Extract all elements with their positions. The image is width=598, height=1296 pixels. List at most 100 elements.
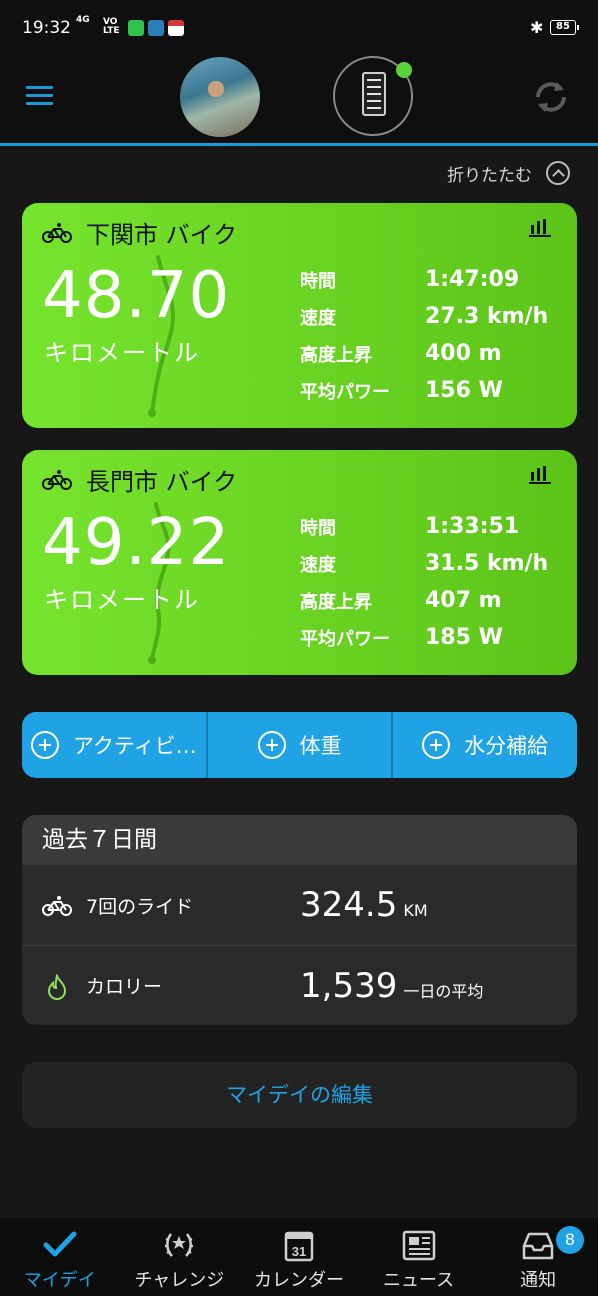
bar-chart-icon[interactable] bbox=[529, 217, 551, 237]
stat-row-time: 時間 1:33:51 bbox=[300, 508, 548, 545]
bike-computer-icon bbox=[362, 72, 386, 116]
line-app-icon bbox=[128, 20, 144, 36]
distance-unit: キロメートル bbox=[44, 339, 200, 367]
network-indicator: 4G bbox=[76, 15, 90, 25]
calories-unit: 一日の平均 bbox=[403, 981, 484, 1001]
add-activity-button[interactable]: アクティビ… bbox=[22, 712, 208, 778]
calories-row[interactable]: カロリー 1,539 一日の平均 bbox=[22, 945, 577, 1025]
stat-row-speed: 速度 31.5 km/h bbox=[300, 545, 548, 582]
laurel-icon bbox=[165, 1233, 194, 1257]
checkmark-icon bbox=[43, 1231, 77, 1257]
app-header bbox=[0, 56, 598, 144]
distance-unit: キロメートル bbox=[44, 586, 200, 614]
stat-label: 速度 bbox=[300, 554, 336, 576]
rides-unit: KM bbox=[403, 901, 428, 920]
calories-value-wrap: 1,539 一日の平均 bbox=[300, 966, 483, 1006]
battery-icon: 85 bbox=[550, 20, 579, 35]
status-time: 19:32 bbox=[22, 18, 71, 38]
distance-value: 48.70 bbox=[42, 259, 231, 333]
stat-row-speed: 速度 27.3 km/h bbox=[300, 298, 548, 335]
rides-value-wrap: 324.5 KM bbox=[300, 885, 428, 925]
volte-indicator: VO LTE bbox=[103, 17, 120, 36]
add-hydration-button[interactable]: 水分補給 bbox=[393, 712, 577, 778]
activity-title: 下関市 バイク bbox=[86, 221, 238, 249]
stat-label: 高度上昇 bbox=[300, 344, 372, 366]
stat-value: 400 m bbox=[425, 341, 502, 366]
bike-icon bbox=[42, 896, 72, 916]
stat-label: 時間 bbox=[300, 270, 336, 292]
nav-label: カレンダー bbox=[253, 1270, 344, 1291]
activity-title: 長門市 バイク bbox=[86, 468, 238, 496]
device-connected-dot bbox=[396, 62, 412, 78]
summary-title: 過去７日間 bbox=[22, 815, 577, 865]
nav-label: マイデイ bbox=[23, 1270, 96, 1291]
add-weight-label: 体重 bbox=[299, 734, 342, 758]
stat-label: 平均パワー bbox=[300, 381, 390, 403]
sync-icon[interactable] bbox=[530, 76, 572, 118]
stat-value: 31.5 km/h bbox=[425, 551, 549, 576]
stat-row-time: 時間 1:47:09 bbox=[300, 261, 548, 298]
activity-stats: 時間 1:47:09 速度 27.3 km/h 高度上昇 400 m 平均パワー 156… bbox=[300, 261, 548, 409]
add-hydration-label: 水分補給 bbox=[464, 734, 549, 758]
nav-label: ニュース bbox=[383, 1270, 455, 1291]
bar-chart-icon[interactable] bbox=[529, 464, 551, 484]
plus-circle-icon bbox=[422, 731, 451, 759]
header-divider bbox=[0, 143, 598, 146]
bike-icon bbox=[42, 469, 72, 490]
nav-news[interactable]: ニュース bbox=[359, 1218, 479, 1296]
collapse-toggle[interactable]: 折りたたむ bbox=[447, 160, 570, 186]
stat-value: 1:33:51 bbox=[425, 514, 520, 539]
nav-label: 通知 bbox=[520, 1270, 557, 1291]
rides-label: 7回のライド bbox=[86, 895, 194, 918]
rides-value: 324.5 bbox=[300, 885, 398, 925]
rides-row[interactable]: 7回のライド 324.5 KM bbox=[22, 865, 577, 945]
stat-label: 平均パワー bbox=[300, 628, 390, 650]
avatar[interactable] bbox=[180, 57, 260, 137]
last-7-days-card: 過去７日間 7回のライド 324.5 KM カロリー 1,539 一日の平均 bbox=[22, 815, 577, 1025]
calories-value: 1,539 bbox=[300, 965, 398, 1006]
nav-calendar[interactable]: 31 カレンダー bbox=[239, 1218, 359, 1296]
collapse-label: 折りたたむ bbox=[447, 165, 532, 186]
add-activity-label: アクティビ… bbox=[72, 734, 197, 758]
add-weight-button[interactable]: 体重 bbox=[208, 712, 394, 778]
app-notification-icon bbox=[148, 20, 164, 36]
stat-row-power: 平均パワー 185 W bbox=[300, 619, 548, 656]
quick-add-bar: アクティビ… 体重 水分補給 bbox=[22, 712, 577, 778]
stat-value: 27.3 km/h bbox=[425, 304, 549, 329]
stat-value: 185 W bbox=[425, 625, 503, 650]
activity-stats: 時間 1:33:51 速度 31.5 km/h 高度上昇 407 m 平均パワー 185… bbox=[300, 508, 548, 656]
hamburger-menu-icon[interactable] bbox=[26, 86, 53, 106]
stat-row-elevation: 高度上昇 400 m bbox=[300, 335, 548, 372]
stat-row-power: 平均パワー 156 W bbox=[300, 372, 548, 409]
flame-icon bbox=[47, 974, 67, 1000]
notification-badge: 8 bbox=[555, 1226, 584, 1254]
nav-challenges[interactable]: チャレンジ bbox=[120, 1218, 240, 1296]
plus-circle-icon bbox=[257, 731, 286, 759]
stat-value: 1:47:09 bbox=[425, 267, 520, 292]
bike-icon bbox=[42, 222, 72, 243]
newspaper-icon bbox=[402, 1230, 435, 1261]
distance-value: 49.22 bbox=[42, 506, 231, 580]
nav-notifications[interactable]: 通知 8 bbox=[478, 1218, 598, 1296]
stat-label: 時間 bbox=[300, 517, 336, 539]
inbox-icon bbox=[522, 1232, 554, 1260]
activity-card[interactable]: 長門市 バイク 49.22 キロメートル 時間 1:33:51 速度 31.5 km… bbox=[22, 450, 577, 675]
stat-label: 高度上昇 bbox=[300, 591, 372, 613]
mail-icon bbox=[168, 20, 184, 36]
edit-my-day-button[interactable]: マイデイの編集 bbox=[22, 1062, 577, 1128]
nav-my-day[interactable]: マイデイ bbox=[0, 1218, 120, 1296]
stat-value: 407 m bbox=[425, 588, 502, 613]
stat-label: 速度 bbox=[300, 307, 336, 329]
bottom-navigation: マイデイ チャレンジ 31 カレンダー ニュース 通知 8 bbox=[0, 1218, 598, 1296]
nav-label: チャレンジ bbox=[134, 1270, 225, 1291]
calendar-icon: 31 bbox=[284, 1231, 314, 1262]
status-bar: 19:32 4G VO LTE ✱ 85 bbox=[0, 0, 598, 56]
bluetooth-icon: ✱ bbox=[530, 18, 544, 37]
activity-card[interactable]: 下関市 バイク 48.70 キロメートル 時間 1:47:09 速度 27.3 km… bbox=[22, 203, 577, 428]
chevron-up-icon bbox=[546, 161, 570, 185]
calories-label: カロリー bbox=[86, 976, 163, 998]
plus-circle-icon bbox=[30, 731, 59, 759]
stat-value: 156 W bbox=[425, 378, 503, 403]
stat-row-elevation: 高度上昇 407 m bbox=[300, 582, 548, 619]
calendar-icon-number: 31 bbox=[292, 1244, 306, 1259]
